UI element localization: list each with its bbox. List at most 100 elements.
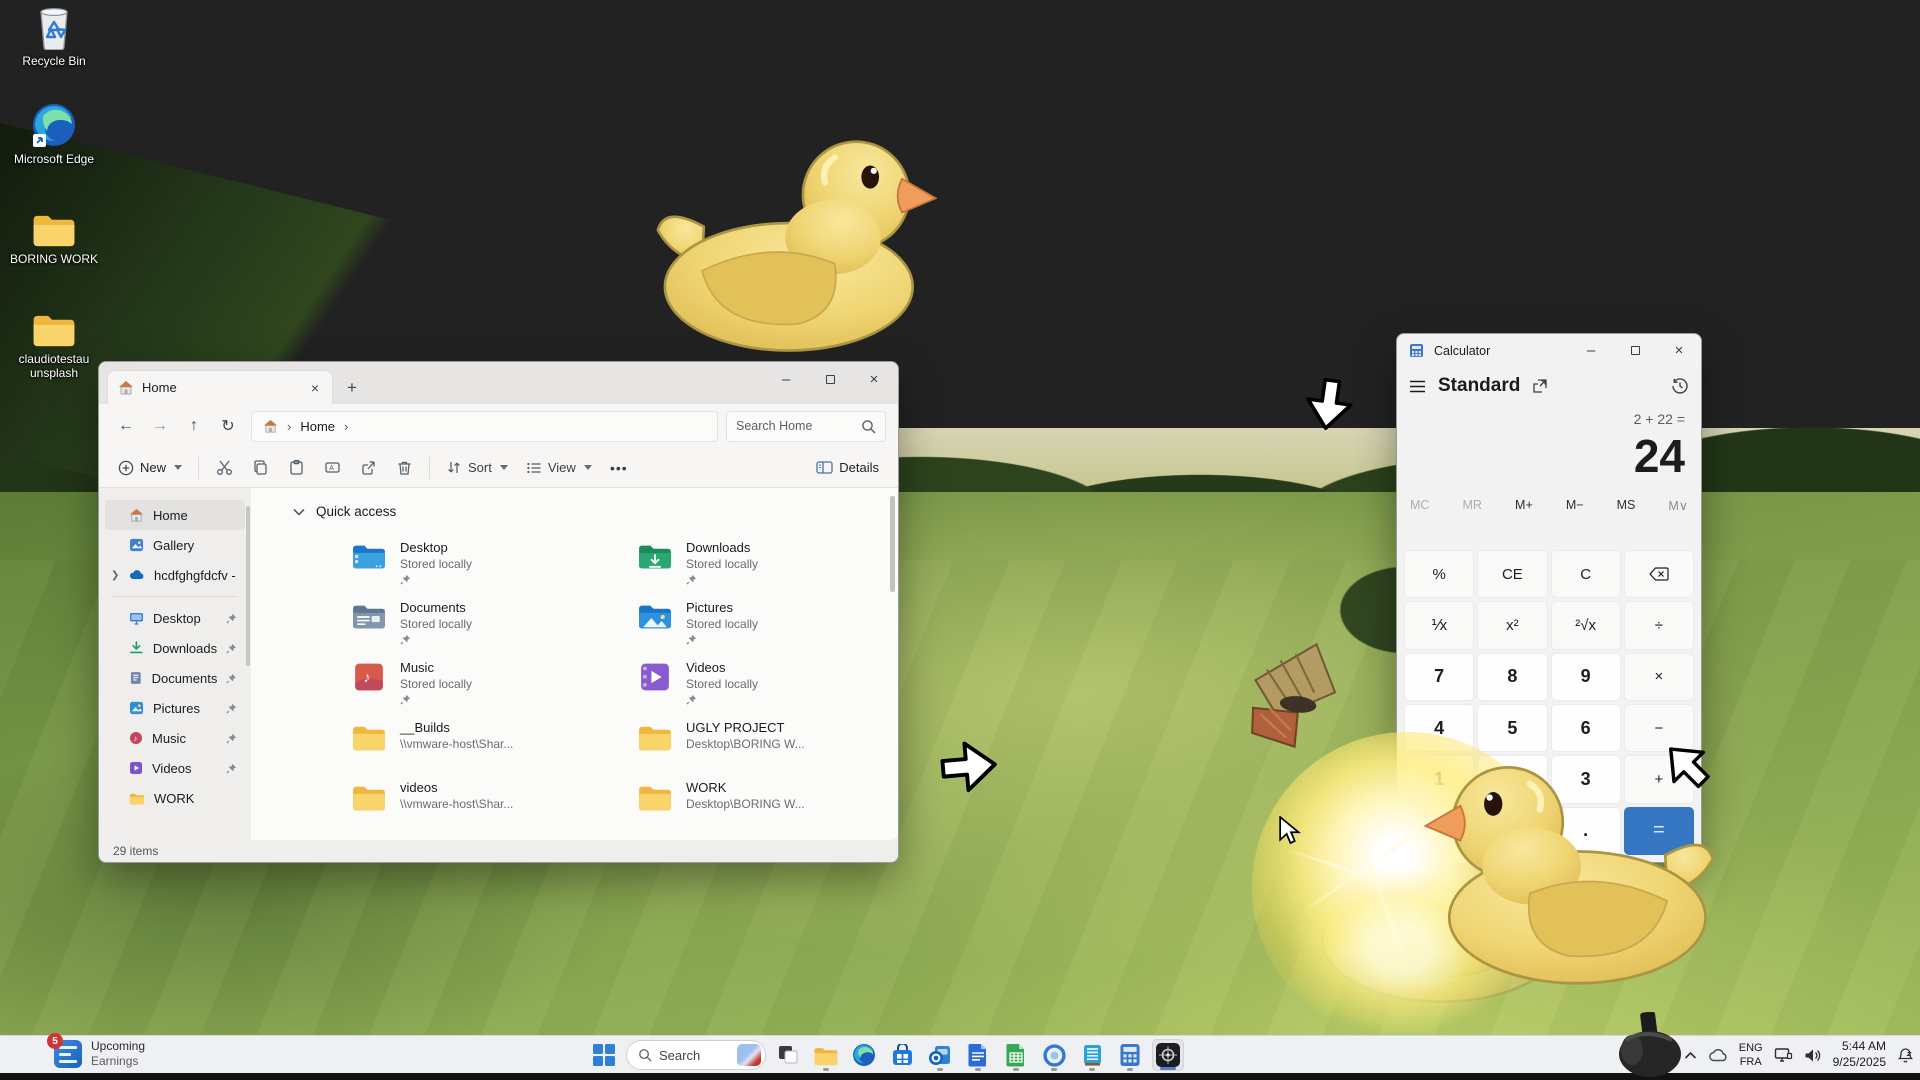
tile-videos[interactable]: VideosStored locally [637, 660, 899, 720]
maximize-button[interactable] [1613, 335, 1657, 365]
outlook-taskbar-icon[interactable] [924, 1039, 956, 1071]
back-button[interactable]: ← [111, 411, 141, 441]
task-view-button[interactable] [772, 1039, 804, 1071]
search-input[interactable]: Search Home [726, 411, 886, 442]
hamburger-menu-icon[interactable] [1409, 380, 1426, 393]
content-scrollbar[interactable] [890, 496, 895, 592]
sort-button[interactable]: Sort [437, 452, 517, 484]
new-tab-button[interactable]: + [347, 378, 357, 398]
tile-pictures[interactable]: PicturesStored locally [637, 600, 899, 660]
clear-entry-key[interactable]: CE [1477, 550, 1547, 598]
desktop-icon-recycle-bin[interactable]: Recycle Bin [4, 2, 104, 68]
memory-flyout-button[interactable]: M∨ [1668, 498, 1688, 513]
forward-button[interactable]: → [145, 411, 175, 441]
taskbar-search[interactable]: Search [626, 1040, 766, 1070]
history-icon[interactable] [1671, 377, 1689, 395]
more-options-button[interactable]: ••• [601, 452, 637, 484]
percent-key[interactable]: % [1404, 550, 1474, 598]
refresh-button[interactable]: ↻ [213, 411, 243, 441]
browser-circle-taskbar-icon[interactable] [1038, 1039, 1070, 1071]
reciprocal-key[interactable]: ⅟x [1404, 601, 1474, 649]
tab-close-icon[interactable]: × [308, 380, 322, 396]
digit-7-key[interactable]: 7 [1404, 653, 1474, 701]
tile-ugly-project[interactable]: UGLY PROJECTDesktop\BORING W... [637, 720, 899, 780]
copy-button[interactable] [242, 452, 278, 484]
tile-desktop[interactable]: DesktopStored locally [351, 540, 637, 600]
close-button[interactable]: × [1657, 335, 1701, 365]
sidebar-item-home[interactable]: Home [105, 500, 245, 530]
sidebar-item-videos[interactable]: Videos [105, 753, 245, 783]
sidebar-item-work[interactable]: WORK [105, 783, 245, 813]
writer-doc-taskbar-icon[interactable] [962, 1039, 994, 1071]
digit-8-key[interactable]: 8 [1477, 653, 1547, 701]
delete-button[interactable] [386, 452, 422, 484]
sidebar-item-documents[interactable]: Documents [105, 663, 245, 693]
clear-key[interactable]: C [1551, 550, 1621, 598]
tile-downloads[interactable]: DownloadsStored locally [637, 540, 899, 600]
maximize-button[interactable] [808, 364, 852, 394]
tile-videos-share[interactable]: videos\\vmware-host\Shar... [351, 780, 637, 840]
notifications-bell-icon[interactable] [1897, 1047, 1914, 1064]
memory-store-button[interactable]: MS [1617, 498, 1636, 513]
close-button[interactable]: × [852, 364, 896, 394]
sidebar-item-gallery[interactable]: Gallery [105, 530, 245, 560]
backspace-icon [1649, 567, 1669, 581]
memory-clear-button[interactable]: MC [1410, 498, 1429, 513]
keep-on-top-icon[interactable] [1532, 378, 1548, 394]
breadcrumb[interactable]: › Home › [251, 411, 718, 442]
start-button[interactable] [588, 1039, 620, 1071]
backspace-key[interactable] [1624, 550, 1694, 598]
clock[interactable]: 5:44 AM 9/25/2025 [1833, 1039, 1886, 1070]
edge-taskbar-icon[interactable] [848, 1039, 880, 1071]
digit-9-key[interactable]: 9 [1551, 653, 1621, 701]
details-pane-icon [816, 460, 833, 475]
details-label: Details [839, 460, 879, 475]
calculator-taskbar-icon[interactable] [1114, 1039, 1146, 1071]
sidebar-item-pictures[interactable]: Pictures [105, 693, 245, 723]
notes-taskbar-icon[interactable] [1076, 1039, 1108, 1071]
multiply-key[interactable]: × [1624, 653, 1694, 701]
network-icon[interactable] [1774, 1047, 1793, 1064]
tile-music[interactable]: ♪ MusicStored locally [351, 660, 637, 720]
divide-key[interactable]: ÷ [1624, 601, 1694, 649]
paste-button[interactable] [278, 452, 314, 484]
minimize-button[interactable]: – [764, 364, 808, 394]
mode-label[interactable]: Standard [1438, 375, 1520, 397]
desktop-icon-claudiotestau[interactable]: claudiotestau unsplash [4, 300, 104, 381]
onedrive-tray-icon[interactable] [1708, 1048, 1728, 1062]
tile-documents[interactable]: DocumentsStored locally [351, 600, 637, 660]
cut-button[interactable] [206, 452, 242, 484]
tile-work[interactable]: WORKDesktop\BORING W... [637, 780, 899, 840]
spreadsheet-taskbar-icon[interactable] [1000, 1039, 1032, 1071]
sidebar-item-music[interactable]: ♪ Music [105, 723, 245, 753]
up-button[interactable]: ↑ [179, 411, 209, 441]
memory-recall-button[interactable]: MR [1463, 498, 1482, 513]
sidebar-item-onedrive[interactable]: ❯ hcdfghgfdcfv - [105, 560, 245, 590]
language-switcher[interactable]: ENG FRA [1739, 1041, 1763, 1070]
sqrt-key[interactable]: ²√x [1551, 601, 1621, 649]
share-button[interactable] [350, 452, 386, 484]
minimize-button[interactable]: – [1569, 335, 1613, 365]
memory-subtract-button[interactable]: M− [1566, 498, 1584, 513]
tile-builds[interactable]: __Builds\\vmware-host\Shar... [351, 720, 637, 780]
desktop-icon-boring-work[interactable]: BORING WORK [4, 200, 104, 266]
desktop-icon-edge[interactable]: Microsoft Edge [4, 100, 104, 166]
view-button[interactable]: View [517, 452, 601, 484]
new-button[interactable]: New [109, 452, 191, 484]
widgets-button[interactable]: 5 Upcoming Earnings [54, 1039, 145, 1069]
volume-icon[interactable] [1804, 1048, 1822, 1063]
breadcrumb-home[interactable]: Home [300, 419, 335, 434]
sidebar-scrollbar[interactable] [246, 506, 250, 666]
explorer-tab-home[interactable]: Home × [107, 370, 333, 404]
sidebar-item-desktop[interactable]: Desktop [105, 603, 245, 633]
rename-button[interactable]: A [314, 452, 350, 484]
details-button[interactable]: Details [807, 452, 888, 484]
memory-add-button[interactable]: M+ [1515, 498, 1533, 513]
sidebar-item-downloads[interactable]: Downloads [105, 633, 245, 663]
expand-chevron-icon[interactable]: ❯ [111, 570, 119, 581]
store-taskbar-icon[interactable] [886, 1039, 918, 1071]
quick-access-header[interactable]: Quick access [293, 504, 396, 519]
file-explorer-taskbar-icon[interactable] [810, 1039, 842, 1071]
square-key[interactable]: x² [1477, 601, 1547, 649]
duck-app-taskbar-icon[interactable] [1152, 1039, 1184, 1071]
